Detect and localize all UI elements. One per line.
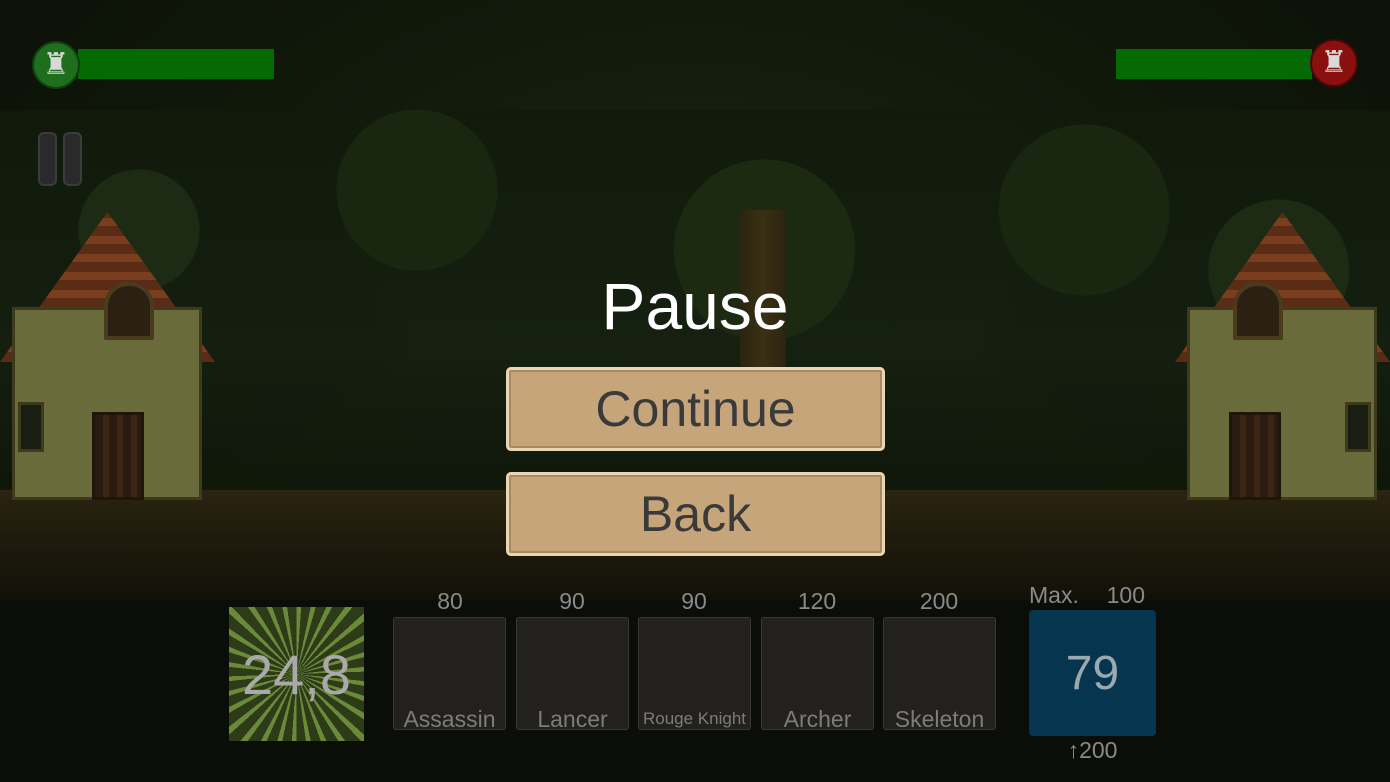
- gold-counter: 24,8: [229, 607, 364, 741]
- unit-name: Skeleton: [894, 706, 985, 732]
- enemy-tower-icon: ♜: [1310, 39, 1358, 87]
- unit-card-rouge-knight[interactable]: Rouge Knight: [638, 617, 751, 730]
- player-tower-icon: ♜: [32, 41, 80, 89]
- house-window: [1233, 282, 1283, 340]
- player-base-house: [0, 212, 215, 500]
- pause-title: Pause: [601, 269, 789, 343]
- pause-icon[interactable]: [38, 132, 86, 188]
- house-window: [104, 282, 154, 340]
- unit-card-assassin[interactable]: Assassin: [393, 617, 506, 732]
- house-door: [92, 412, 144, 500]
- unit-name: Lancer: [537, 706, 608, 732]
- enemy-base-house: [1175, 212, 1390, 500]
- current-capacity: 79: [1065, 646, 1120, 700]
- back-button[interactable]: Back: [506, 472, 885, 556]
- unit-cost: 90: [559, 588, 585, 614]
- house-door: [1229, 412, 1281, 500]
- unit-card-skeleton[interactable]: Skeleton: [883, 617, 996, 732]
- unit-name: Archer: [783, 706, 852, 732]
- max-label-value: 100: [1106, 582, 1145, 608]
- upgrade-cost: ↑200: [1067, 737, 1118, 763]
- house-side-window: [1345, 402, 1371, 452]
- unit-cost: 120: [797, 588, 837, 614]
- pause-bar-right: [63, 132, 82, 186]
- unit-cost: 90: [681, 588, 707, 614]
- continue-button[interactable]: Continue: [506, 367, 885, 451]
- pause-bar-left: [38, 132, 57, 186]
- unit-cost: 80: [437, 588, 463, 614]
- max-capacity-label: Max. 100: [1029, 582, 1159, 609]
- unit-cost: 200: [919, 588, 959, 614]
- game-screen: ♜ ♜ Pause Continue Back 24,8 80 Assassin…: [0, 0, 1390, 782]
- unit-name: Assassin: [403, 706, 496, 732]
- unit-card-lancer[interactable]: Lancer: [516, 617, 629, 732]
- unit-name: Rouge Knight: [642, 709, 747, 728]
- enemy-health-bar: [1116, 49, 1312, 79]
- house-side-window: [18, 402, 44, 452]
- unit-card-archer[interactable]: Archer: [761, 617, 874, 732]
- max-label-text: Max.: [1029, 582, 1079, 608]
- upgrade-button[interactable]: 79: [1029, 610, 1156, 736]
- player-health-bar: [78, 49, 274, 79]
- gold-value: 24,8: [242, 642, 351, 706]
